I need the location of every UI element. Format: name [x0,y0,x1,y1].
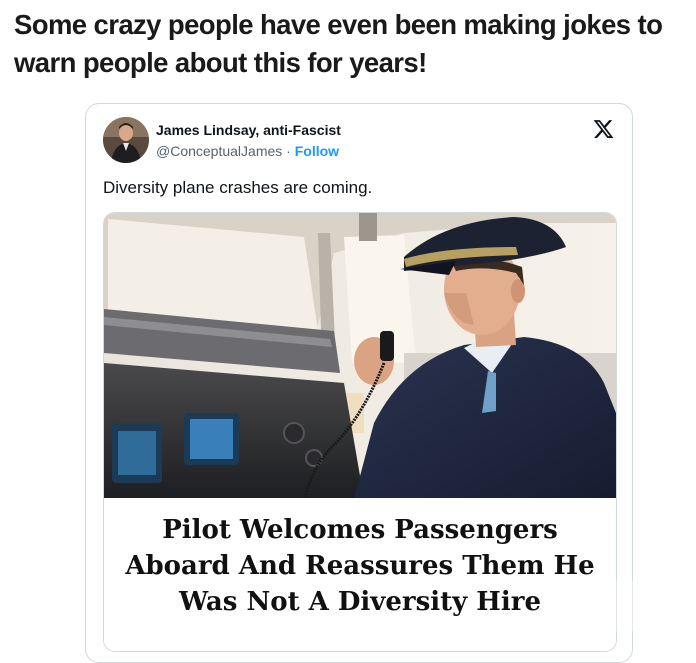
author-handle-line: @ConceptualJames · Follow [156,143,339,159]
author-name[interactable]: James Lindsay, anti-Fascist [156,122,341,138]
media-caption-text: Pilot Welcomes Passengers Aboard And Rea… [125,515,595,617]
avatar-image [103,117,149,163]
bottom-fade [576,581,696,631]
avatar[interactable] [103,117,149,163]
media-caption: Pilot Welcomes Passengers Aboard And Rea… [104,498,616,651]
headline: Some crazy people have even been making … [14,9,663,78]
follow-button[interactable]: Follow [295,143,339,159]
pilot-photo [104,213,616,499]
author-handle[interactable]: @ConceptualJames [156,143,282,159]
x-logo-icon[interactable] [592,118,615,140]
tweet-media[interactable]: Pilot Welcomes Passengers Aboard And Rea… [103,212,617,652]
tweet-text: Diversity plane crashes are coming. [103,178,373,197]
tweet-embed-card[interactable]: James Lindsay, anti-Fascist @ConceptualJ… [85,103,633,663]
separator-dot: · [282,143,295,159]
